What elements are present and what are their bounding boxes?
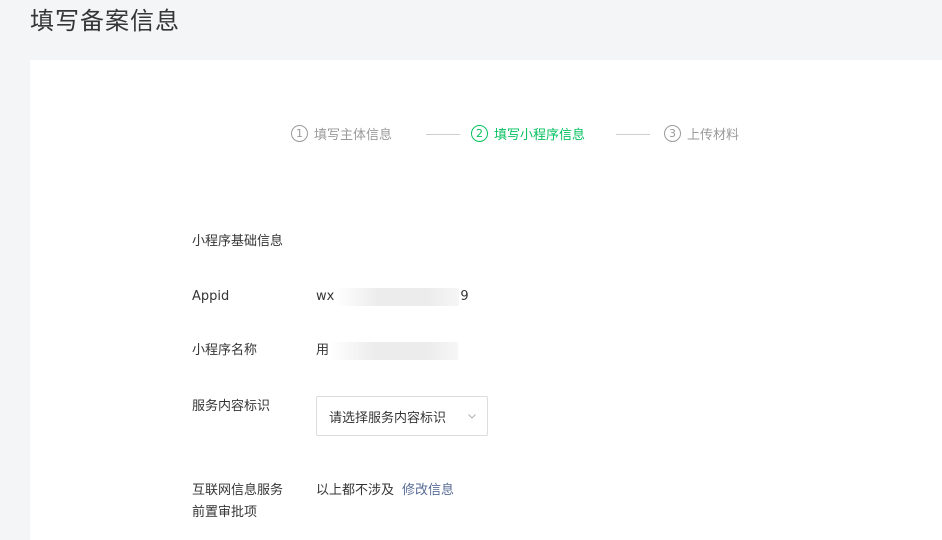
step-1-number: 1 — [291, 125, 308, 142]
redaction-mask — [330, 341, 459, 360]
page-title: 填写备案信息 — [30, 7, 180, 35]
internet-service-label: 互联网信息服务 前置审批项 — [192, 480, 283, 524]
step-indicator: 1 填写主体信息 2 填写小程序信息 3 上传材料 — [30, 124, 942, 146]
internet-service-label-line2: 前置审批项 — [192, 505, 258, 520]
step-1-label: 填写主体信息 — [314, 128, 393, 143]
service-tag-select[interactable]: 请选择服务内容标识 — [316, 396, 488, 436]
step-1: 1 填写主体信息 — [291, 124, 392, 143]
internet-service-label-line1: 互联网信息服务 — [192, 483, 284, 498]
step-divider-2 — [616, 134, 650, 135]
step-divider-1 — [426, 134, 460, 135]
modify-info-link[interactable]: 修改信息 — [402, 483, 454, 498]
appid-suffix: 9 — [460, 289, 469, 304]
step-2-label: 填写小程序信息 — [494, 128, 586, 143]
service-tag-label: 服务内容标识 — [192, 399, 271, 414]
appid-label: Appid — [192, 289, 230, 304]
redaction-mask — [335, 287, 460, 306]
name-label: 小程序名称 — [192, 343, 258, 358]
step-2: 2 填写小程序信息 — [471, 124, 585, 143]
step-3-number: 3 — [664, 125, 681, 142]
name-value: 用 — [316, 341, 459, 361]
name-prefix: 用 — [316, 343, 330, 358]
step-3-label: 上传材料 — [687, 128, 740, 143]
appid-value: wx 9 — [316, 287, 469, 307]
step-2-number: 2 — [471, 125, 488, 142]
step-3: 3 上传材料 — [664, 124, 739, 143]
internet-service-status: 以上都不涉及 — [316, 483, 395, 498]
form-card: 1 填写主体信息 2 填写小程序信息 3 上传材料 小程序基础信息 Appid … — [30, 60, 942, 540]
internet-service-value: 以上都不涉及 修改信息 — [316, 481, 454, 501]
appid-prefix: wx — [316, 289, 335, 304]
section-title: 小程序基础信息 — [192, 234, 284, 249]
chevron-down-icon — [468, 414, 476, 419]
service-tag-select-value: 请选择服务内容标识 — [329, 410, 447, 426]
